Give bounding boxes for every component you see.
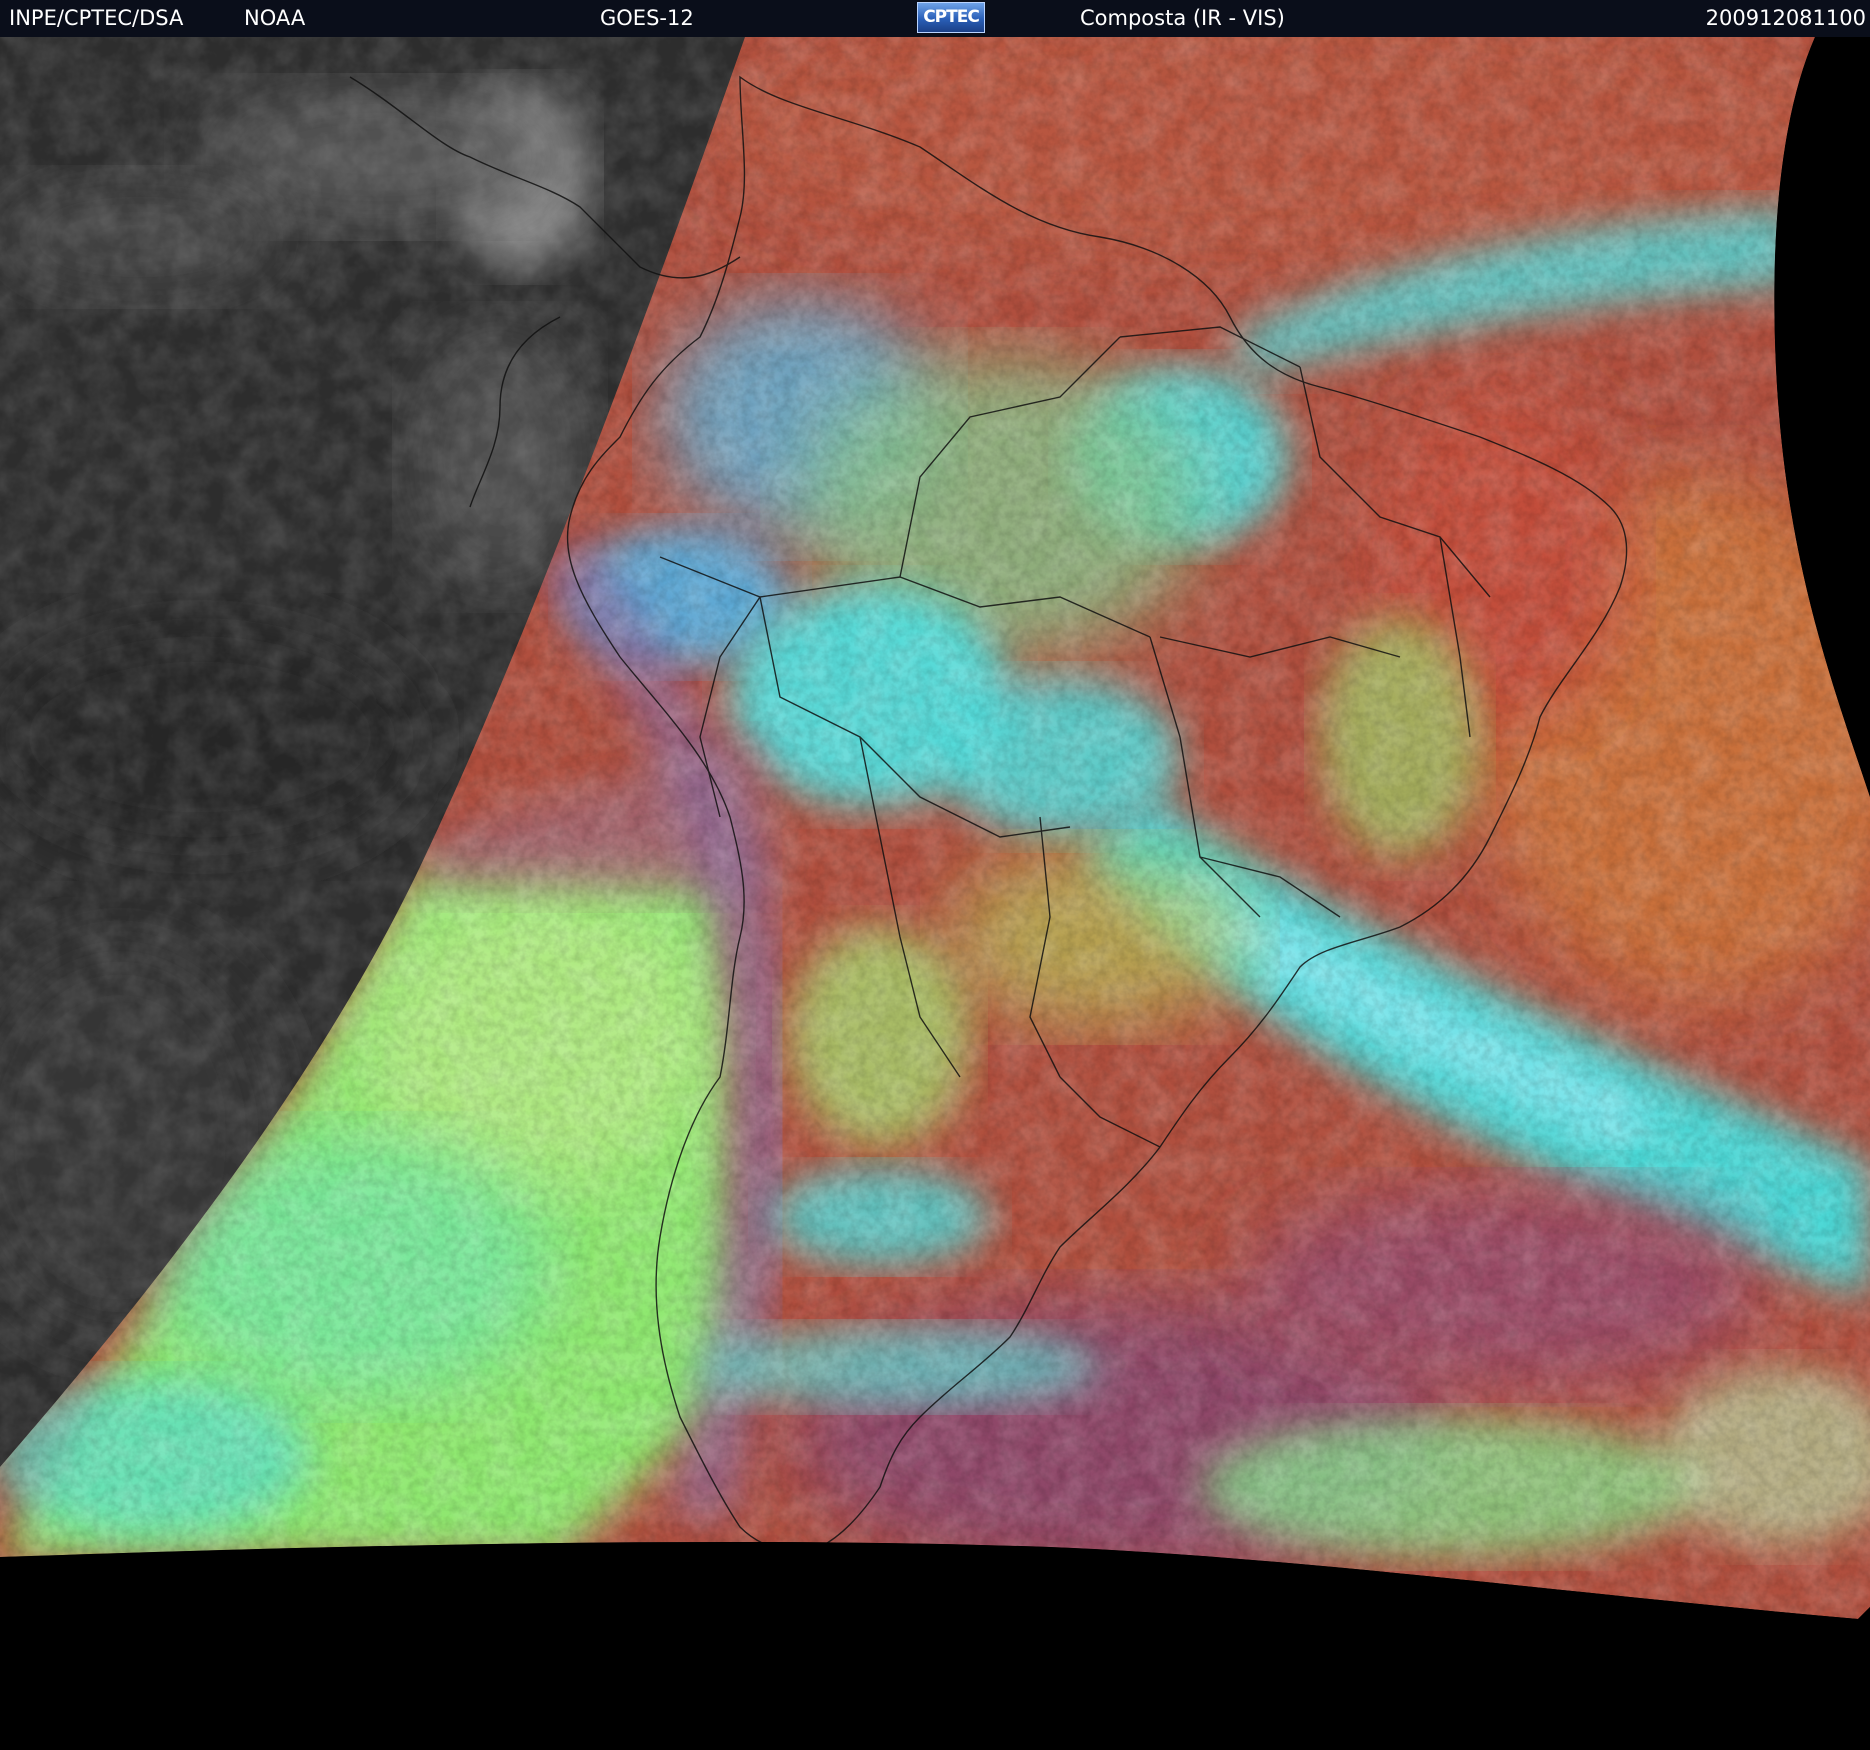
source-label: INPE/CPTEC/DSA [9, 6, 184, 30]
product-label: Composta (IR - VIS) [1080, 6, 1285, 30]
cptec-logo: CPTEC [917, 2, 985, 33]
image-header: INPE/CPTEC/DSA NOAA GOES-12 CPTEC Compos… [0, 0, 1870, 37]
agency-label: NOAA [244, 6, 306, 30]
composite-satellite-imagery [0, 37, 1870, 1750]
satellite-image-page: INPE/CPTEC/DSA NOAA GOES-12 CPTEC Compos… [0, 0, 1870, 1750]
datetime-label: 200912081100 [1705, 6, 1866, 30]
logo-text: CPTEC [923, 7, 980, 27]
satellite-label: GOES-12 [600, 6, 694, 30]
